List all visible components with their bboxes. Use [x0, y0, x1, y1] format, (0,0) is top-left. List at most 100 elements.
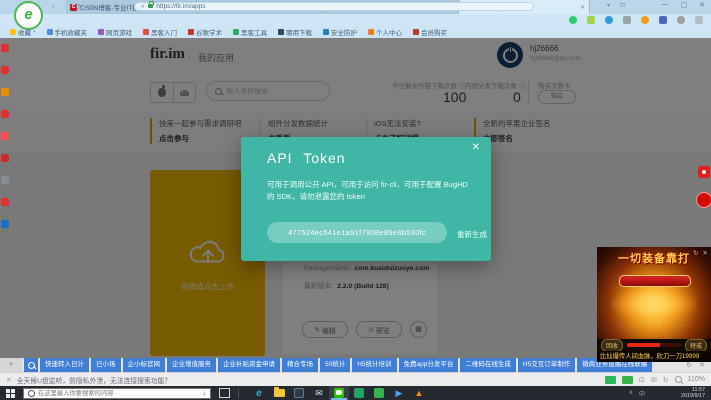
spam-link[interactable]: 企业增值服务 — [167, 358, 216, 372]
url-input[interactable] — [156, 3, 528, 10]
vlc-icon[interactable]: ▲ — [409, 386, 429, 400]
ad-health-bar — [627, 343, 681, 347]
address-bar[interactable]: ★ — [134, 2, 534, 11]
minimize-button[interactable]: — — [662, 1, 669, 9]
bookmark-item[interactable]: 安全防护 — [323, 27, 357, 37]
bookmark-item[interactable]: 聘用下载 — [278, 27, 312, 37]
spam-link[interactable]: 精合专场 — [282, 358, 318, 372]
plus-tile[interactable]: + — [0, 358, 22, 372]
bookmark-item[interactable]: 谷歌学术 — [188, 27, 222, 37]
refresh-icon[interactable]: ⟳ — [75, 2, 82, 11]
sidebar-shortcut-icon[interactable] — [1, 154, 9, 162]
reader-icon[interactable] — [623, 16, 631, 24]
close-icon[interactable]: ✕ — [699, 361, 705, 369]
links-search-button[interactable] — [24, 358, 38, 372]
ad-marquee-text: 比仙爆传人间血脉，砍刀一刀19999 — [597, 351, 711, 362]
media-player-icon[interactable]: ▶ — [389, 386, 409, 400]
ad-ribbon — [619, 275, 691, 287]
speed-badge-icon[interactable] — [605, 376, 616, 384]
ad-ring-button[interactable]: 特戒 — [685, 339, 707, 352]
bookmark-label: 黑客工具 — [241, 27, 267, 37]
spam-link[interactable]: 50统计 — [320, 358, 350, 372]
tray-expand-icon[interactable]: ∧ — [629, 389, 633, 398]
edge-icon[interactable]: e — [249, 386, 269, 400]
floating-red-badge-icon[interactable] — [698, 166, 710, 178]
sidebar-shortcut-icon[interactable] — [1, 88, 9, 96]
sync-icon[interactable]: ↻ — [663, 376, 669, 384]
layout-icon[interactable]: ⊡ — [620, 2, 625, 9]
file-explorer-icon[interactable] — [269, 386, 289, 400]
cortana-icon — [28, 390, 35, 397]
bookmark-item[interactable]: 手机收藏夹 — [47, 27, 88, 37]
ad-image[interactable]: 一切装备靠打 ↻✕ — [597, 247, 711, 339]
settings-app-icon[interactable] — [289, 386, 309, 400]
start-button[interactable] — [6, 389, 15, 398]
chevron-down-icon[interactable]: ▾ — [607, 2, 610, 9]
sidebar-shortcut-icon[interactable] — [1, 132, 9, 140]
mail-icon[interactable]: ✉ — [309, 386, 329, 400]
zoom-level[interactable]: 110% — [688, 376, 705, 383]
find-icon[interactable] — [605, 16, 613, 24]
tabstrip-extra-controls: ▾ ⊡ — [607, 2, 625, 9]
message-icon[interactable]: ✉ — [651, 376, 657, 384]
modal-close-icon[interactable]: ✕ — [472, 142, 480, 153]
taskbar-clock[interactable]: 11:57 2019/9/17 — [681, 387, 705, 399]
sidebar-shortcut-icon[interactable] — [1, 44, 9, 52]
sidebar-shortcut-icon[interactable] — [1, 176, 9, 184]
status-message: 全天候U盘监听，防隐私外泄，无法连接搜索功能？ — [17, 375, 171, 385]
spam-link[interactable]: 企小标官网 — [123, 358, 166, 372]
wechat-icon[interactable] — [329, 386, 349, 400]
spam-link[interactable]: 免费app分发平台 — [399, 358, 459, 372]
bookmark-item[interactable]: 黑客工具 — [233, 27, 267, 37]
tab-close-icon[interactable]: ✕ — [580, 4, 585, 11]
sidebar-shortcut-icon[interactable] — [1, 66, 9, 74]
floating-red-circle-icon[interactable] — [696, 192, 711, 208]
browser-logo[interactable]: e — [14, 1, 43, 30]
menu-icon[interactable] — [695, 16, 703, 24]
sidebar-shortcut-icon[interactable] — [1, 198, 9, 206]
close-window-button[interactable]: ✕ — [699, 1, 705, 9]
browser-status-bar: ✕ 全天候U盘监听，防隐私外泄，无法连接搜索功能？ ⊡ ✉ ↻ 110% — [0, 372, 711, 386]
status-close-icon[interactable]: ✕ — [6, 376, 12, 384]
spam-link[interactable]: 二维码在线生成 — [460, 358, 516, 372]
refresh-icon[interactable]: ↻ — [686, 361, 692, 369]
bookmark-item[interactable]: 黑客入门 — [143, 27, 177, 37]
extension-green-icon[interactable] — [569, 16, 577, 24]
maximize-button[interactable]: ▢ — [681, 1, 688, 9]
spam-link[interactable]: H5交互订单制作 — [518, 358, 575, 372]
home-icon[interactable]: ⌂ — [91, 2, 96, 11]
ad-refresh-icon[interactable]: ↻ — [693, 249, 698, 257]
taskbar-search-input[interactable] — [38, 390, 200, 397]
shield-icon[interactable] — [641, 16, 649, 24]
spam-link[interactable]: H5统计培训 — [352, 358, 396, 372]
usb-badge-icon[interactable] — [622, 376, 633, 384]
sidebar-shortcut-icon[interactable] — [1, 220, 9, 228]
green-app2-icon[interactable] — [369, 386, 389, 400]
input-language-icon[interactable]: 中 — [639, 389, 645, 398]
back-icon[interactable]: ‹ — [52, 2, 55, 11]
task-view-button[interactable] — [219, 388, 230, 398]
site-favicon-icon — [278, 29, 284, 35]
forward-icon[interactable]: › — [64, 2, 67, 11]
regenerate-token-link[interactable]: 重新生成 — [457, 229, 487, 240]
ad-recycle-button[interactable]: 回收 — [601, 339, 623, 352]
bookmark-item[interactable]: 个人中心 — [368, 27, 402, 37]
spam-link[interactable]: 企业补贴资金申请 — [218, 358, 280, 372]
sidebar-shortcut-icon[interactable] — [1, 110, 9, 118]
download-icon[interactable] — [677, 16, 685, 24]
apps-grid-icon[interactable] — [659, 16, 667, 24]
bookmark-item[interactable]: 会员购买 — [413, 27, 447, 37]
ad-close-icon[interactable]: ✕ — [703, 249, 708, 257]
api-token-value[interactable]: 477524ec541e1a91f7908e85e8b530fc — [267, 222, 447, 243]
bookmark-item[interactable]: 网页游戏 — [98, 27, 132, 37]
spam-link[interactable]: 快速转入日计 — [40, 358, 89, 372]
game-ad[interactable]: 一切装备靠打 ↻✕ 回收 特戒 比仙爆传人间血脉，砍刀一刀19999 — [597, 247, 711, 362]
extension-grid-icon[interactable] — [587, 16, 595, 24]
spam-link[interactable]: 已小场 — [91, 358, 121, 372]
taskbar-search-box[interactable]: ↓ — [23, 388, 211, 399]
green-app-icon[interactable] — [349, 386, 369, 400]
system-tray: ∧ 中 — [629, 389, 645, 398]
site-favicon-icon — [188, 29, 194, 35]
panel-icon[interactable]: ⊡ — [639, 376, 645, 384]
bookmark-star-icon[interactable]: ★ — [140, 3, 145, 10]
